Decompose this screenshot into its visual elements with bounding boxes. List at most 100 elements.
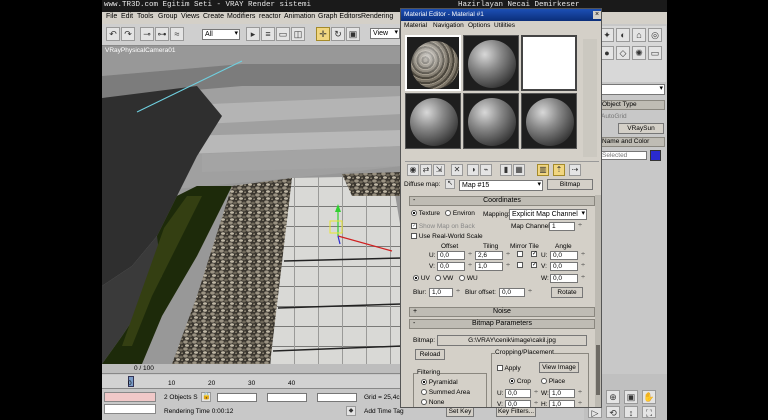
unlink-icon[interactable]: ⊶ — [155, 27, 169, 41]
w-angle-field[interactable]: 0,0 — [550, 274, 585, 283]
object-type-rollout[interactable]: Object Type — [599, 100, 665, 110]
select-object-icon[interactable]: ▸ — [246, 27, 260, 41]
x-coordinate-field[interactable] — [217, 393, 257, 402]
walk-icon[interactable]: ↕ — [624, 406, 638, 418]
material-slot-3[interactable] — [521, 35, 577, 91]
u-angle-field[interactable]: 0,0 — [550, 251, 585, 260]
hierarchy-tab-icon[interactable]: ⌂ — [632, 28, 646, 42]
v-tile-checkbox[interactable]: ✓ — [531, 262, 537, 269]
menu-tools[interactable]: Tools — [137, 13, 153, 20]
reset-map-icon[interactable]: ✕ — [451, 164, 463, 176]
map-channel-field[interactable]: 1 — [549, 222, 582, 231]
maxscript-mini[interactable] — [104, 404, 156, 414]
scale-icon[interactable]: ▣ — [346, 27, 360, 41]
summed-area-radio[interactable]: Summed Area — [421, 389, 470, 396]
crop-radio[interactable]: Crop — [509, 378, 531, 385]
cameras-icon[interactable]: ▭ — [648, 46, 662, 60]
rotate-button[interactable]: Rotate — [551, 287, 583, 298]
selection-filter-dropdown[interactable]: All — [202, 29, 240, 40]
medit-menu-options[interactable]: Options — [468, 22, 490, 29]
medit-menu-navigation[interactable]: Navigation — [433, 22, 464, 29]
material-slot-2[interactable] — [463, 35, 519, 91]
geometry-icon[interactable]: ● — [600, 46, 614, 60]
perspective-viewport[interactable]: VRayPhysicalCamera01 — [102, 46, 402, 364]
put-to-library-icon[interactable]: ⌁ — [480, 164, 492, 176]
u-mirror-checkbox[interactable] — [517, 251, 523, 258]
crop-v-field[interactable]: 0,0 — [505, 400, 538, 407]
category-dropdown[interactable] — [599, 84, 665, 95]
noise-rollout[interactable]: + Noise — [409, 307, 595, 317]
map-type-button[interactable]: Bitmap — [547, 179, 593, 190]
v-offset-field[interactable]: 0,0 — [437, 262, 472, 271]
menu-rendering[interactable]: Rendering — [361, 13, 393, 20]
texture-radio[interactable]: Texture — [411, 210, 440, 217]
go-to-parent-icon[interactable]: ⇡ — [553, 164, 565, 176]
place-radio[interactable]: Place — [541, 378, 565, 385]
show-map-icon[interactable]: ▦ — [513, 164, 525, 176]
link-icon[interactable]: ⊸ — [140, 27, 154, 41]
close-icon[interactable]: × — [593, 11, 601, 19]
coordinates-rollout[interactable]: - Coordinates — [409, 196, 595, 206]
none-radio[interactable]: None — [421, 399, 444, 406]
u-tile-checkbox[interactable]: ✓ — [531, 251, 537, 258]
slot-scrollbar[interactable] — [583, 39, 597, 157]
undo-icon[interactable]: ↶ — [106, 27, 120, 41]
menu-reactor[interactable]: reactor — [259, 13, 281, 20]
maximize-viewport-icon[interactable]: ⛶ — [642, 406, 656, 418]
crop-h-field[interactable]: 1,0 — [549, 400, 582, 407]
put-to-scene-icon[interactable]: ⇄ — [420, 164, 432, 176]
blur-offset-field[interactable]: 0,0 — [499, 288, 532, 297]
lock-selection-icon[interactable]: 🔒 — [201, 392, 211, 402]
assign-material-icon[interactable]: ⇲ — [433, 164, 445, 176]
reference-coordinate-dropdown[interactable]: View — [370, 28, 400, 39]
mapping-dropdown[interactable]: Explicit Map Channel — [509, 209, 587, 220]
menu-graph-editors[interactable]: Graph Editors — [318, 13, 361, 20]
view-image-button[interactable]: View Image — [539, 362, 579, 373]
bitmap-parameters-rollout[interactable]: - Bitmap Parameters — [409, 319, 595, 329]
v-angle-field[interactable]: 0,0 — [550, 262, 585, 271]
environ-radio[interactable]: Environ — [445, 210, 475, 217]
y-coordinate-field[interactable] — [267, 393, 307, 402]
make-unique-icon[interactable]: ◑ — [467, 164, 479, 176]
create-tab-icon[interactable]: ✦ — [600, 28, 614, 42]
medit-menu-utilities[interactable]: Utilities — [494, 22, 515, 29]
menu-animation[interactable]: Animation — [284, 13, 315, 20]
crop-w-field[interactable]: 1,0 — [549, 389, 582, 398]
reload-button[interactable]: Reload — [415, 349, 445, 360]
viewport-label[interactable]: VRayPhysicalCamera01 — [105, 47, 175, 54]
v-tiling-field[interactable]: 1,0 — [475, 262, 510, 271]
menu-group[interactable]: Group — [158, 13, 177, 20]
menu-create[interactable]: Create — [203, 13, 224, 20]
medit-scrollbar[interactable] — [595, 195, 601, 407]
pick-material-icon[interactable]: ↖ — [445, 179, 455, 189]
vraysun-button[interactable]: VRaySun — [618, 123, 664, 134]
name-color-rollout[interactable]: Name and Color — [599, 137, 665, 147]
autogrid-checkbox[interactable]: AutoGrid — [601, 113, 627, 120]
rotate-icon[interactable]: ↻ — [331, 27, 345, 41]
redo-icon[interactable]: ↷ — [121, 27, 135, 41]
pan-icon[interactable]: ✋ — [642, 390, 656, 404]
material-editor-titlebar[interactable]: Material Editor - Material #1 × — [401, 9, 601, 21]
orbit-icon[interactable]: ⟲ — [606, 406, 620, 418]
menu-file[interactable]: File — [106, 13, 117, 20]
wu-radio[interactable]: WU — [459, 275, 478, 282]
motion-tab-icon[interactable]: ◎ — [648, 28, 662, 42]
lights-icon[interactable]: ✺ — [632, 46, 646, 60]
select-by-name-icon[interactable]: ≡ — [261, 27, 275, 41]
move-icon[interactable]: ✛ — [316, 27, 330, 41]
menu-edit[interactable]: Edit — [121, 13, 133, 20]
track-bar[interactable]: 0 10 20 30 40 — [102, 375, 402, 389]
material-slot-1[interactable] — [405, 35, 461, 91]
show-end-result-icon[interactable]: ▥ — [537, 164, 549, 176]
vw-radio[interactable]: VW — [435, 275, 453, 282]
material-id-icon[interactable]: ▮ — [500, 164, 512, 176]
material-slot-4[interactable] — [405, 93, 461, 149]
z-coordinate-field[interactable] — [317, 393, 357, 402]
show-map-on-back-checkbox[interactable]: ✓ Show Map on Back — [411, 223, 475, 230]
bitmap-path-button[interactable]: G:\VRAY\cenik\image\cakil.jpg — [437, 335, 587, 346]
modify-tab-icon[interactable]: ◐ — [616, 28, 630, 42]
rect-selection-icon[interactable]: ▭ — [276, 27, 290, 41]
material-slot-5[interactable] — [463, 93, 519, 149]
go-forward-sibling-icon[interactable]: ⇢ — [569, 164, 581, 176]
object-name-field[interactable]: Selected — [599, 151, 647, 160]
